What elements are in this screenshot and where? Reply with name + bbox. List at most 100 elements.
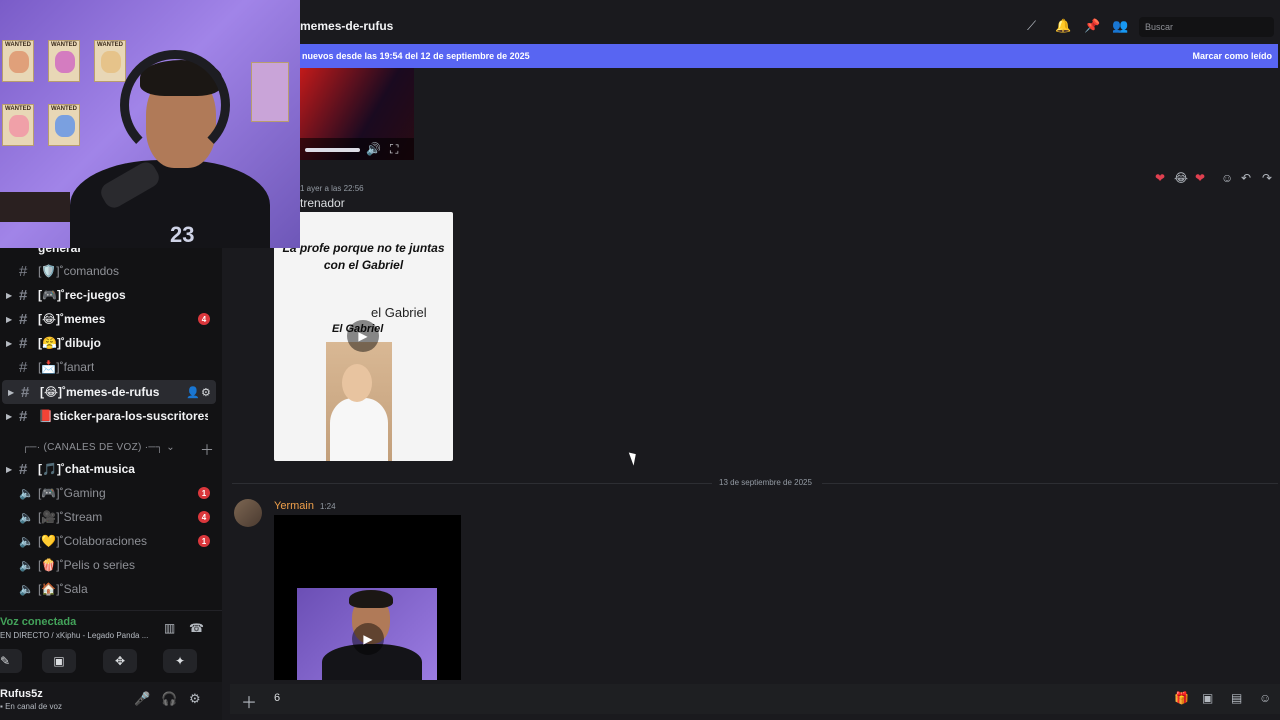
headphones: [120, 50, 230, 160]
soundboard-icon[interactable]: ▥: [164, 621, 175, 635]
threads-icon[interactable]: ⟋: [1027, 18, 1036, 34]
microphone-icon[interactable]: 🎤: [134, 691, 150, 707]
heart-reaction-icon[interactable]: ❤: [1155, 171, 1165, 185]
fullscreen-icon[interactable]: ⛶: [390, 142, 398, 157]
message-author[interactable]: Yermain: [274, 500, 314, 512]
play-icon[interactable]: ▶: [347, 320, 379, 352]
channel-item-fanart[interactable]: # [📩]˚fanart: [0, 355, 222, 379]
pin-icon[interactable]: 📌: [1084, 18, 1100, 34]
date-divider-left: [232, 483, 712, 484]
tiktok-name-label: el Gabriel: [371, 305, 427, 320]
mark-read-button[interactable]: Marcar como leído: [1192, 51, 1272, 61]
voice-channel-sala[interactable]: 🔈 [🏠]˚Sala: [0, 577, 222, 601]
headphones-icon[interactable]: 🎧: [161, 691, 177, 707]
message-text: trenador: [300, 196, 345, 210]
channel-label: [😂]˚memes: [38, 312, 106, 326]
channel-label: [🍿]˚Pelis o series: [38, 558, 135, 572]
hash-icon: #: [21, 383, 30, 401]
new-messages-banner[interactable]: nuevos desde las 19:54 del 12 de septiem…: [300, 44, 1278, 68]
gift-icon[interactable]: 🎁: [1174, 691, 1189, 705]
channel-item-memes-de-rufus[interactable]: ▶ # [😂]˚memes-de-rufus 👤 ⚙: [2, 380, 216, 404]
hash-icon: #: [19, 310, 28, 328]
voice-channel-pelis[interactable]: 🔈 [🍿]˚Pelis o series: [0, 553, 222, 577]
channel-label: [😂]˚memes-de-rufus: [40, 385, 160, 399]
reply-icon[interactable]: ↶: [1241, 171, 1251, 185]
unread-badge: 4: [198, 511, 210, 523]
channel-label: [🎵]˚chat-musica: [38, 462, 135, 476]
caret-right-icon: ▶: [6, 464, 13, 474]
avatar[interactable]: [234, 499, 262, 527]
attach-plus-icon[interactable]: ＋: [241, 689, 257, 713]
add-reaction-icon[interactable]: ☺: [1221, 171, 1233, 185]
poster-text: WANTED: [51, 42, 77, 48]
play-icon-2[interactable]: ▶: [352, 623, 384, 655]
gif-icon[interactable]: ▣: [1202, 691, 1213, 705]
tiktok-video-embed[interactable]: La profe porque no te juntas con el Gabr…: [274, 212, 453, 461]
thumb-hair: [349, 590, 393, 608]
discord-window: memes-de-rufus ⟋ 🔔 📌 👥 Buscar nuevos des…: [0, 0, 1280, 720]
voice-channel-colaboraciones[interactable]: 🔈 [💛]˚Colaboraciones 1: [0, 529, 222, 553]
sticker-icon[interactable]: ▤: [1231, 691, 1242, 705]
heart-reaction-icon-2[interactable]: ❤: [1195, 171, 1205, 185]
poster-text: WANTED: [51, 106, 77, 112]
channel-title: memes-de-rufus: [300, 19, 394, 33]
bell-icon[interactable]: 🔔: [1055, 18, 1071, 34]
invite-icon[interactable]: 👤: [186, 386, 200, 399]
video-embed[interactable]: ▶: [274, 515, 461, 680]
message-composer[interactable]: [230, 684, 1280, 714]
channel-item-chat-musica[interactable]: ▶ # [🎵]˚chat-musica: [0, 457, 222, 481]
caret-right-icon: ▶: [6, 338, 13, 348]
channel-label: [😤]˚dibujo: [38, 336, 101, 350]
speaker-icon: 🔈: [19, 582, 34, 596]
wanted-poster: WANTED: [2, 40, 34, 82]
hash-icon: #: [19, 286, 28, 304]
voice-channel-gaming[interactable]: 🔈 [🎮]˚Gaming 1: [0, 481, 222, 505]
tiktok-caption: La profe porque no te juntas con el Gabr…: [282, 241, 445, 272]
channel-label: [🏠]˚Sala: [38, 582, 88, 596]
screen-share-button[interactable]: ▣: [42, 649, 76, 673]
wanted-poster: WANTED: [94, 40, 126, 82]
forward-icon[interactable]: ↷: [1262, 171, 1272, 185]
speaker-icon: 🔈: [19, 558, 34, 572]
gear-icon[interactable]: ⚙: [201, 386, 211, 399]
banner-text: nuevos desde las 19:54 del 12 de septiem…: [302, 51, 530, 61]
search-input[interactable]: Buscar: [1139, 17, 1274, 37]
laugh-reaction-icon[interactable]: 😂: [1174, 171, 1188, 185]
caret-right-icon: ▶: [6, 290, 13, 300]
tiktok-person-face: [342, 364, 372, 402]
channel-item-comandos[interactable]: # [🛡️]˚comandos: [0, 259, 222, 283]
members-icon[interactable]: 👥: [1112, 18, 1128, 34]
user-status: ▪ En canal de voz: [0, 702, 62, 711]
soundboard-button[interactable]: ✦: [163, 649, 197, 673]
volume-slider[interactable]: [305, 148, 360, 152]
date-divider: 13 de septiembre de 2025: [719, 478, 812, 487]
composer-input[interactable]: 6: [274, 692, 280, 704]
disconnect-icon[interactable]: ☎: [189, 621, 204, 635]
channel-label: [🎮]˚rec-juegos: [38, 288, 126, 302]
activities-button[interactable]: ✥: [103, 649, 137, 673]
voice-channel-stream[interactable]: 🔈 [🎥]˚Stream 4: [0, 505, 222, 529]
message-time: 1:24: [320, 502, 336, 511]
poster-text: WANTED: [5, 42, 31, 48]
channel-item-memes[interactable]: ▶ # [😂]˚memes 4: [0, 307, 222, 331]
camera-button[interactable]: ✎: [0, 649, 22, 673]
wanted-poster: WANTED: [48, 104, 80, 146]
user-panel: Rufus5z ▪ En canal de voz 🎤 🎧 ⚙: [0, 682, 222, 720]
user-name[interactable]: Rufus5z: [0, 688, 43, 700]
caret-right-icon: ▶: [6, 314, 13, 324]
message-timestamp: 1 ayer a las 22:56: [300, 184, 364, 193]
channel-label: [🎥]˚Stream: [38, 510, 103, 524]
channel-item-sticker[interactable]: ▶ # 📕sticker-para-los-suscritores-...: [0, 404, 222, 428]
channel-label: [🎮]˚Gaming: [38, 486, 106, 500]
volume-icon[interactable]: 🔊: [366, 142, 381, 156]
wanted-poster: WANTED: [2, 104, 34, 146]
voice-category-header[interactable]: ┌─· (CANALES DE VOZ) ·─┐ ⌄: [22, 442, 175, 453]
settings-gear-icon[interactable]: ⚙: [189, 691, 201, 707]
channel-item-rec-juegos[interactable]: ▶ # [🎮]˚rec-juegos: [0, 283, 222, 307]
emoji-icon[interactable]: ☺: [1259, 691, 1271, 705]
caret-right-icon: ▶: [8, 387, 15, 397]
speaker-icon: 🔈: [19, 510, 34, 524]
hash-icon: #: [19, 407, 28, 425]
category-label: (CANALES DE VOZ): [43, 442, 142, 453]
channel-item-dibujo[interactable]: ▶ # [😤]˚dibujo: [0, 331, 222, 355]
